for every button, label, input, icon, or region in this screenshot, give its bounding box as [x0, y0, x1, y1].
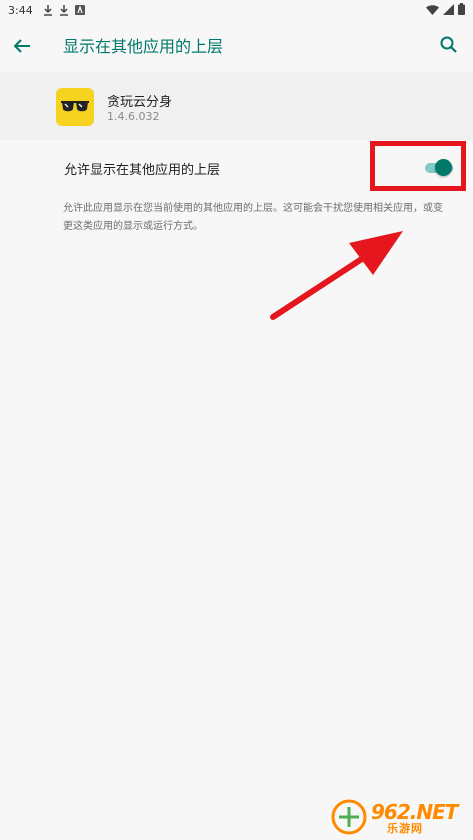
status-bar: 3:44: [0, 0, 473, 20]
app-notification-icon: [74, 5, 85, 15]
search-icon: [440, 36, 457, 53]
app-header: 贪玩云分身 1.4.6.032: [0, 72, 473, 140]
back-button[interactable]: [10, 34, 34, 58]
arrow-back-icon: [13, 39, 30, 53]
app-name: 贪玩云分身: [107, 95, 173, 110]
status-right-icons: [426, 3, 465, 15]
app-version: 1.4.6.032: [107, 110, 160, 123]
setting-label: 允许显示在其他应用的上层: [64, 163, 221, 178]
watermark-emblem-icon: [331, 799, 367, 835]
app-icon: [56, 88, 94, 126]
download-icon: [43, 4, 52, 16]
signal-icon: [443, 3, 454, 15]
status-time: 3:44: [8, 3, 33, 17]
download-icon: [59, 4, 68, 16]
red-arrow-icon: [270, 231, 403, 320]
wifi-icon: [426, 4, 439, 15]
watermark-line2: 乐游网: [387, 822, 423, 835]
highlight-box: [370, 141, 466, 191]
status-left-icons: [43, 4, 85, 16]
watermark-logo: 962.NET 乐游网: [329, 798, 467, 836]
sunglasses-icon: [61, 101, 89, 112]
app-bar: 显示在其他应用的上层: [0, 20, 473, 70]
page-title: 显示在其他应用的上层: [63, 37, 224, 56]
search-button[interactable]: [437, 33, 461, 57]
battery-icon: [458, 3, 465, 15]
